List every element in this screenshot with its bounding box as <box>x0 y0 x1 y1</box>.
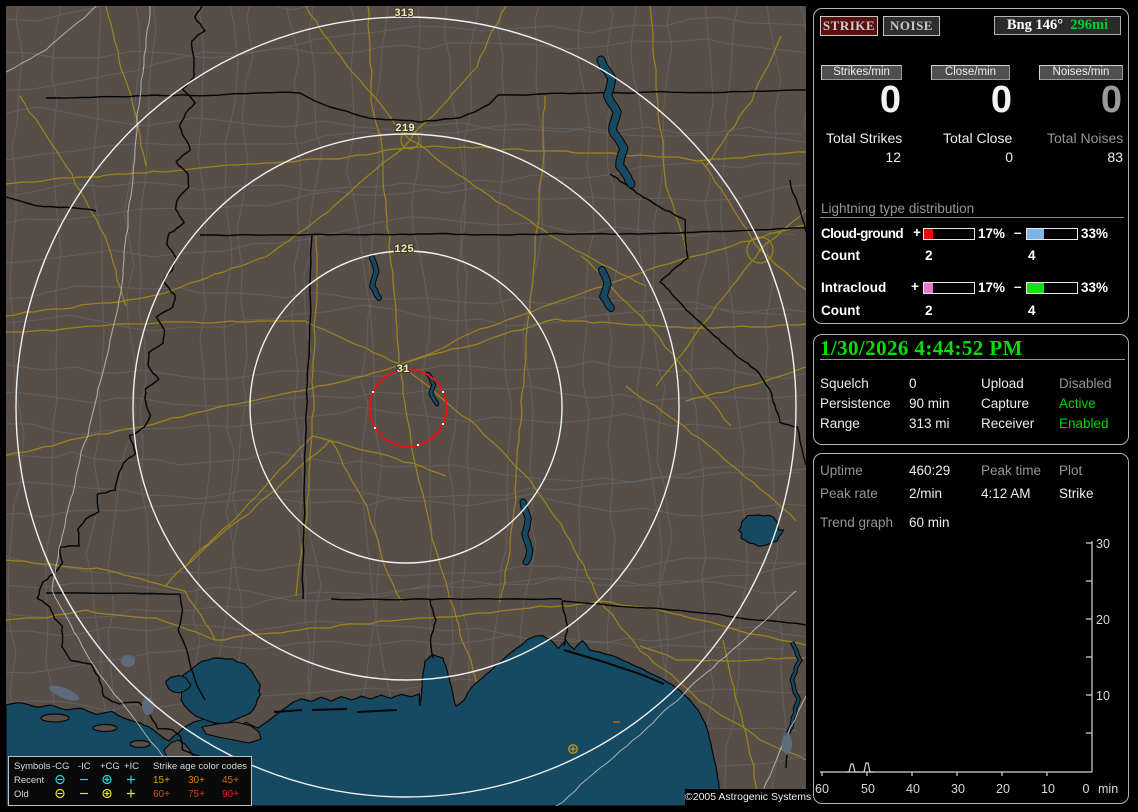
svg-text:219: 219 <box>395 123 415 135</box>
svg-text:31: 31 <box>396 364 410 376</box>
svg-text:125: 125 <box>394 244 414 256</box>
svg-text:-CG: -CG <box>52 761 69 772</box>
svg-text:45+: 45+ <box>222 775 239 786</box>
svg-text:30+: 30+ <box>188 775 205 786</box>
svg-text:Strike age color codes: Strike age color codes <box>153 761 247 772</box>
svg-text:-IC: -IC <box>78 761 91 772</box>
svg-text:313: 313 <box>394 8 414 20</box>
svg-text:Recent: Recent <box>14 775 44 786</box>
svg-text:60+: 60+ <box>153 789 170 800</box>
svg-text:15+: 15+ <box>153 775 170 786</box>
svg-text:90+: 90+ <box>222 789 239 800</box>
svg-text:Symbols: Symbols <box>14 761 51 772</box>
svg-text:+CG: +CG <box>100 761 120 772</box>
svg-text:+IC: +IC <box>124 761 139 772</box>
svg-text:75+: 75+ <box>188 789 205 800</box>
svg-text:Old: Old <box>14 789 29 800</box>
